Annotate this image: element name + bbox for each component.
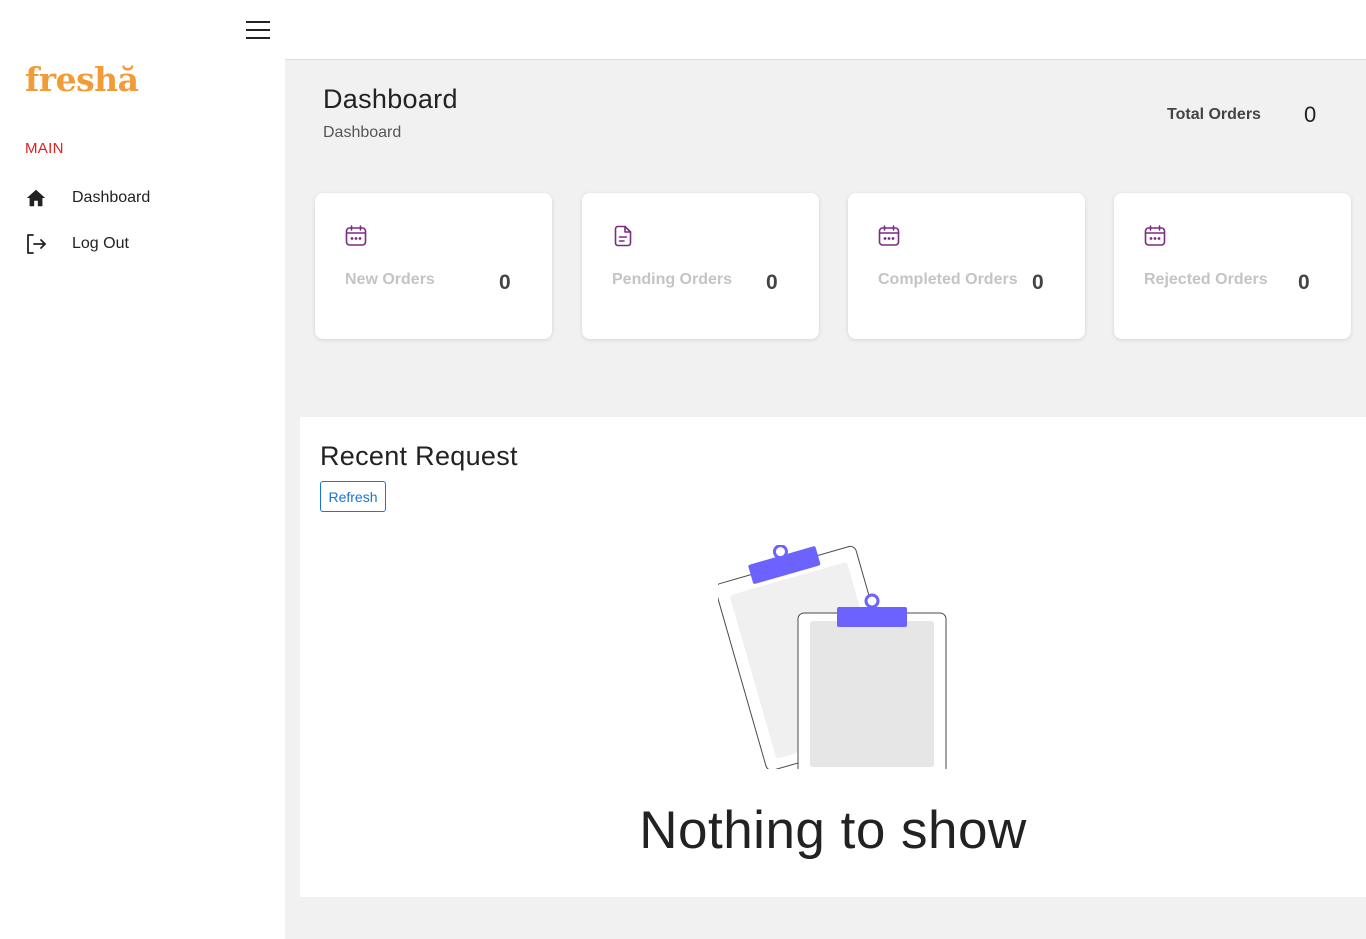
document-icon [611,224,635,248]
sidebar-item-logout[interactable]: Log Out [24,230,264,258]
stat-card-new-orders[interactable]: New Orders 0 [315,193,552,339]
brand-logo[interactable]: freshă [25,60,139,99]
total-orders-value: 0 [1304,102,1317,127]
menu-toggle-icon[interactable] [244,19,271,41]
sidebar-item-label: Dashboard [72,189,151,206]
sidebar-item-label: Log Out [72,235,129,252]
calendar-icon [1143,224,1167,248]
breadcrumb: Dashboard [323,124,402,141]
logout-icon [24,232,48,256]
main-content: Dashboard Dashboard Total Orders 0 New O… [285,60,1366,939]
stat-card-label: Rejected Orders [1144,271,1268,288]
stat-card-value: 0 [1298,271,1310,294]
page-title: Dashboard [323,84,458,114]
top-bar [285,0,1366,60]
calendar-icon [877,224,901,248]
stat-card-pending-orders[interactable]: Pending Orders 0 [582,193,819,339]
stat-card-label: New Orders [345,271,435,288]
sidebar-section-label: MAIN [25,140,64,157]
recent-request-title: Recent Request [320,441,518,471]
sidebar-item-dashboard[interactable]: Dashboard [24,184,264,212]
total-orders-label: Total Orders [1167,106,1261,123]
stat-card-value: 0 [766,271,778,294]
stat-card-value: 0 [1032,271,1044,294]
sidebar: freshă MAIN Dashboard Log Out [0,0,285,939]
home-icon [24,186,48,210]
recent-request-panel: Recent Request Refresh Nothing to show [300,417,1366,897]
stat-card-completed-orders[interactable]: Completed Orders 0 [848,193,1085,339]
stat-card-value: 0 [499,271,511,294]
calendar-icon [344,224,368,248]
stat-card-rejected-orders[interactable]: Rejected Orders 0 [1114,193,1351,339]
refresh-button[interactable]: Refresh [320,481,386,512]
stat-card-label: Pending Orders [612,271,733,288]
empty-state-text: Nothing to show [639,801,1027,860]
stat-card-label: Completed Orders [878,271,1018,288]
empty-clipboard-illustration [718,545,947,769]
